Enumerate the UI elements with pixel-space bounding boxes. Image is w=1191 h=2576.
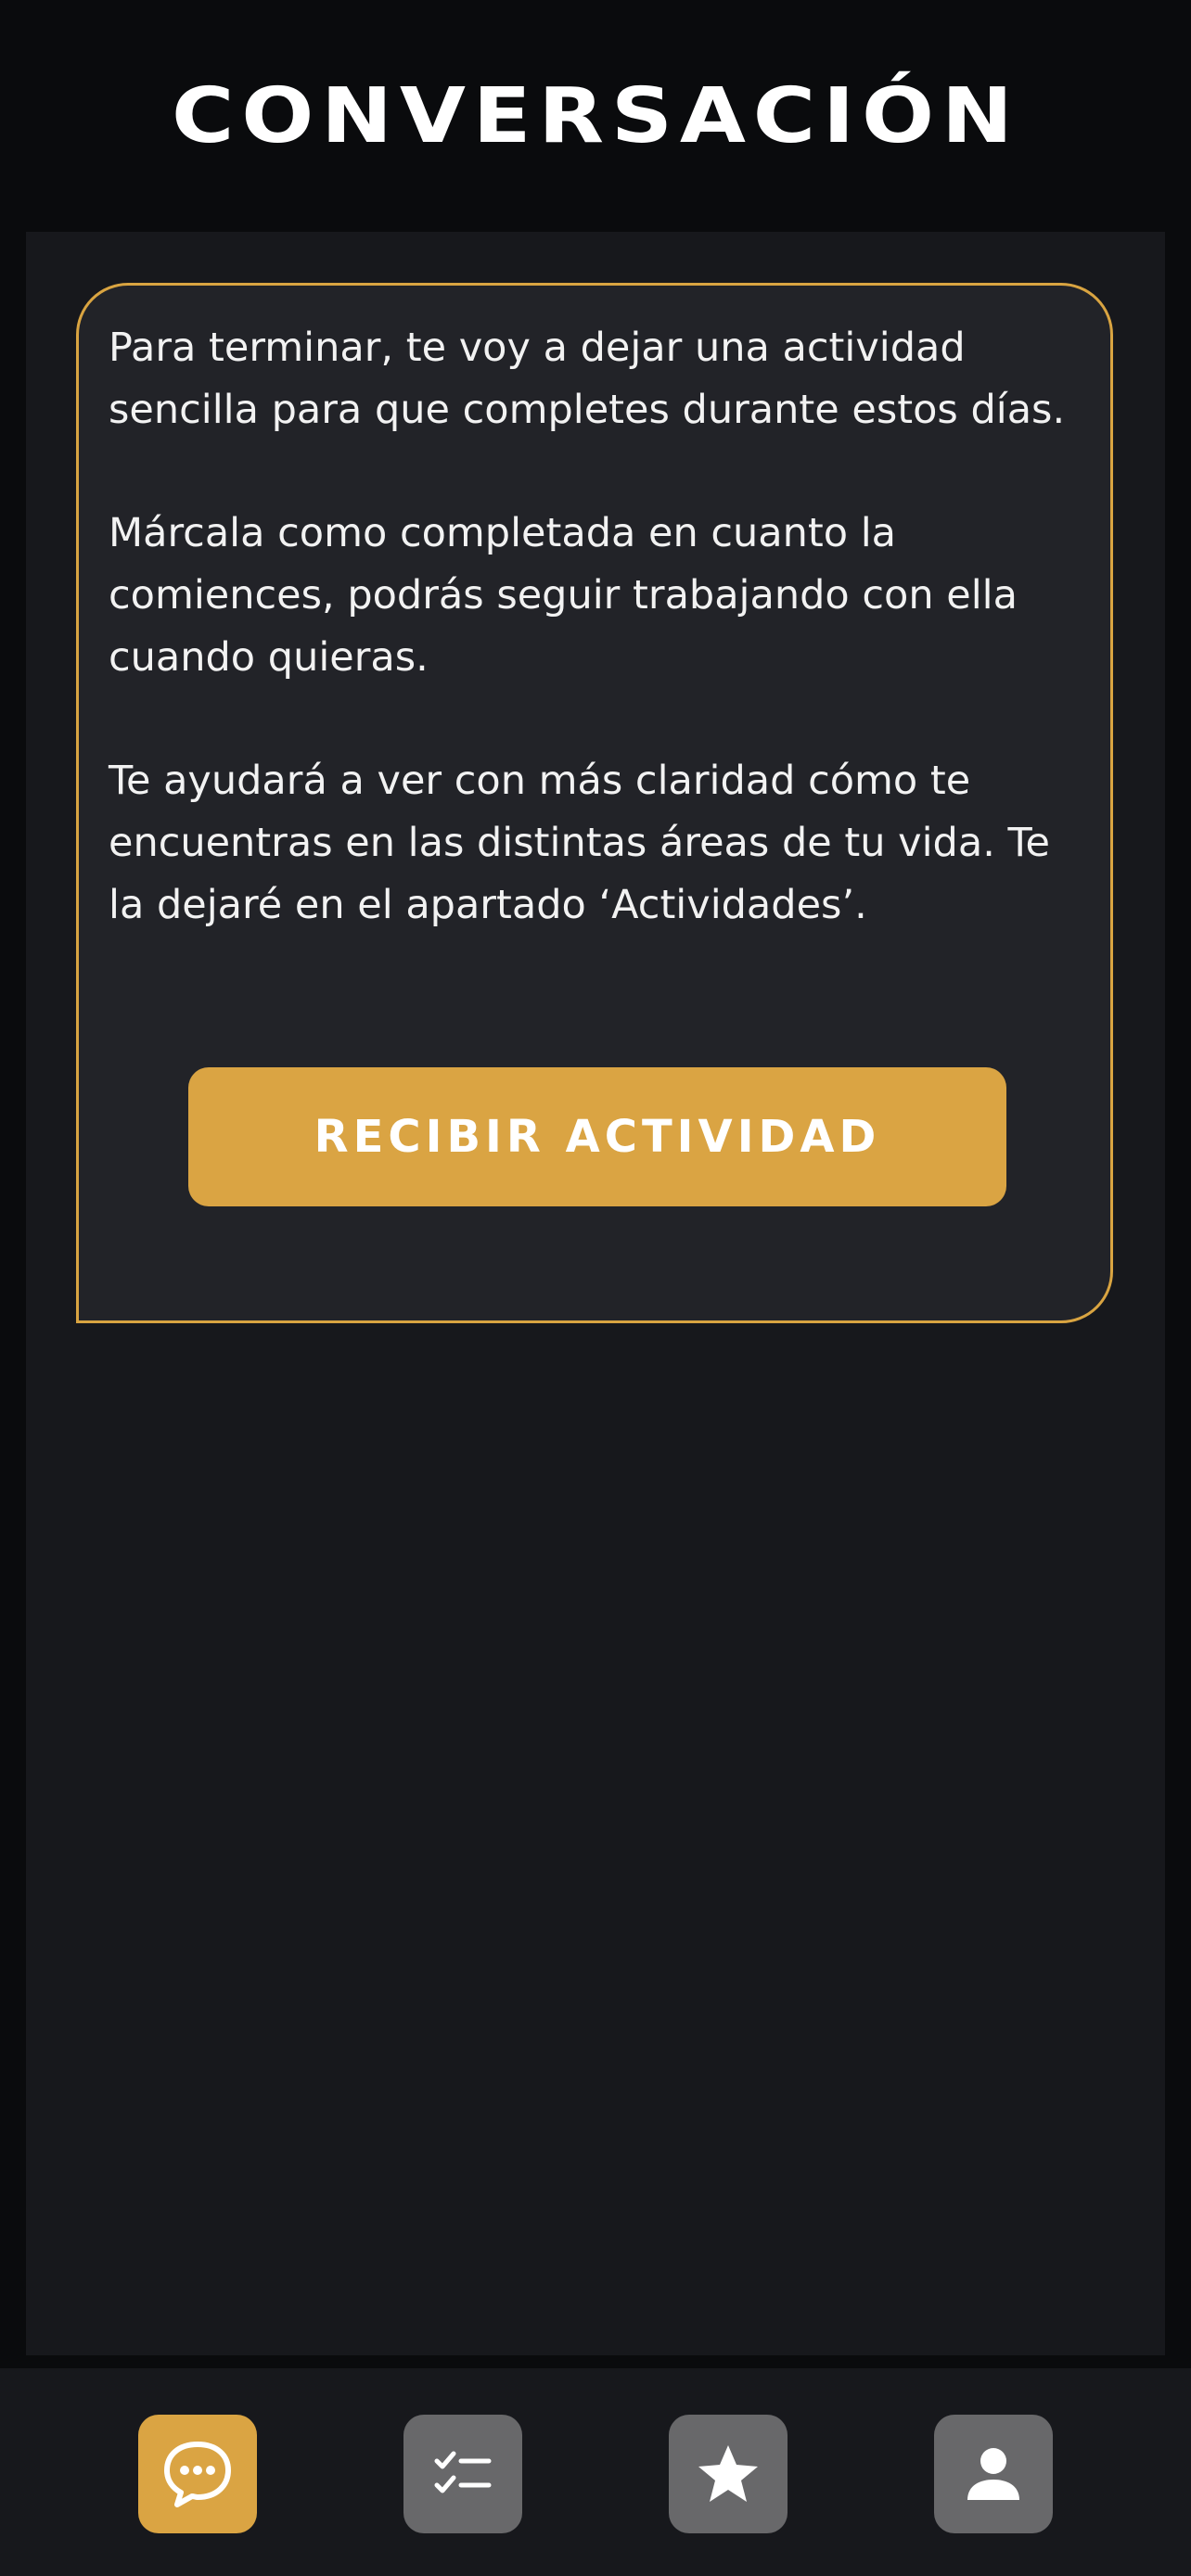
- nav-item-activities[interactable]: [403, 2415, 522, 2533]
- bottom-nav: [0, 2368, 1191, 2576]
- message-paragraph: Márcala como completada en cuanto la com…: [109, 510, 1018, 681]
- nav-item-conversation[interactable]: [138, 2415, 257, 2533]
- message-text: Para terminar, te voy a dejar una activi…: [109, 317, 1092, 998]
- chat-bubble-icon: [164, 2442, 231, 2507]
- nav-item-profile[interactable]: [934, 2415, 1053, 2533]
- nav-item-favorites[interactable]: [669, 2415, 788, 2533]
- message-paragraph: Te ayudará a ver con más claridad cómo t…: [109, 758, 1050, 928]
- checklist-icon: [434, 2451, 492, 2493]
- person-icon: [967, 2448, 1019, 2500]
- message-paragraph: Para terminar, te voy a dejar una activi…: [109, 325, 1066, 433]
- receive-activity-button[interactable]: Recibir actividad: [188, 1067, 1006, 1206]
- message-bubble: Para terminar, te voy a dejar una activi…: [76, 283, 1113, 1323]
- page-title: CONVERSACIÓN: [171, 71, 1020, 160]
- star-icon: [698, 2445, 758, 2502]
- app-header: CONVERSACIÓN: [0, 0, 1191, 232]
